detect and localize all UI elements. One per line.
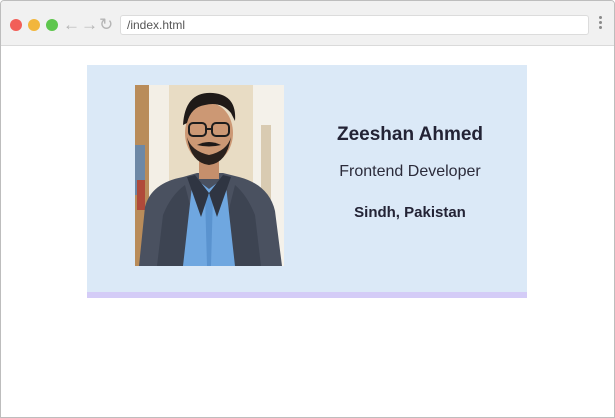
profile-photo-image — [135, 85, 284, 266]
minimize-dot-icon[interactable] — [28, 19, 40, 31]
browser-toolbar: ← → ↻ /index.html — [1, 1, 614, 46]
profile-info: Zeeshan Ahmed Frontend Developer Sindh, … — [315, 65, 505, 292]
forward-arrow-icon[interactable]: → — [81, 15, 98, 35]
profile-photo — [135, 85, 284, 266]
close-dot-icon[interactable] — [10, 19, 22, 31]
profile-card: Zeeshan Ahmed Frontend Developer Sindh, … — [87, 65, 527, 298]
menu-dot — [599, 26, 602, 29]
profile-role: Frontend Developer — [339, 163, 481, 180]
profile-name: Zeeshan Ahmed — [336, 124, 484, 145]
maximize-dot-icon[interactable] — [46, 19, 58, 31]
menu-dot — [599, 21, 602, 24]
back-arrow-icon[interactable]: ← — [63, 15, 80, 35]
address-bar[interactable]: /index.html — [120, 15, 589, 35]
browser-window: ← → ↻ /index.html Zeeshan Ahmed Frontend… — [0, 0, 615, 418]
kebab-menu-icon[interactable] — [599, 16, 603, 31]
reload-icon[interactable]: ↻ — [99, 15, 113, 35]
menu-dot — [599, 16, 602, 19]
profile-location: Sindh, Pakistan — [354, 204, 466, 221]
